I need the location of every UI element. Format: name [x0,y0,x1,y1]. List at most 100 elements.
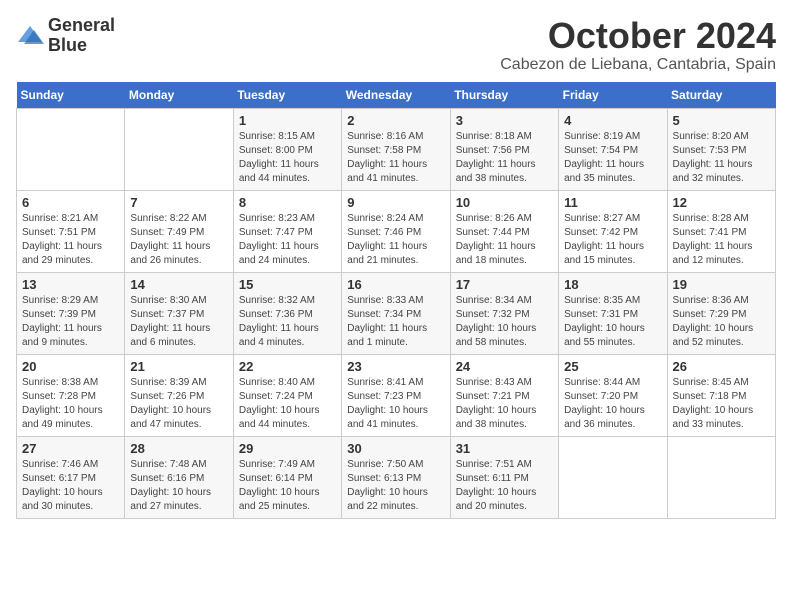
calendar-cell: 11 Sunrise: 8:27 AMSunset: 7:42 PMDayligh… [559,190,667,272]
calendar-cell [667,436,775,518]
day-info: Sunrise: 8:41 AMSunset: 7:23 PMDaylight:… [347,376,444,432]
day-info: Sunrise: 8:21 AMSunset: 7:51 PMDaylight:… [22,212,119,268]
day-number: 10 [456,195,553,210]
day-info: Sunrise: 7:49 AMSunset: 6:14 PMDaylight:… [239,458,336,514]
day-number: 30 [347,441,444,456]
day-number: 3 [456,113,553,128]
day-number: 14 [130,277,227,292]
day-of-week-header: Thursday [450,82,558,109]
day-number: 23 [347,359,444,374]
day-number: 6 [22,195,119,210]
day-number: 13 [22,277,119,292]
calendar-cell: 25Sunrise: 8:44 AMSunset: 7:20 PMDayligh… [559,354,667,436]
day-info: Sunrise: 8:22 AMSunset: 7:49 PMDaylight:… [130,212,227,268]
day-number: 8 [239,195,336,210]
day-number: 12 [673,195,770,210]
day-number: 25 [564,359,661,374]
calendar-cell: 26 Sunrise: 8:45 AMSunset: 7:18 PMDayligh… [667,354,775,436]
day-info: Sunrise: 8:38 AMSunset: 7:28 PMDaylight:… [22,376,119,432]
calendar-cell: 16 Sunrise: 8:33 AMSunset: 7:34 PMDayligh… [342,272,450,354]
calendar-cell: 17 Sunrise: 8:34 AMSunset: 7:32 PMDayligh… [450,272,558,354]
day-info: Sunrise: 8:28 AMSunset: 7:41 PMDaylight:… [673,212,770,268]
day-info: Sunrise: 8:33 AMSunset: 7:34 PMDaylight:… [347,294,444,350]
calendar-cell: 15 Sunrise: 8:32 AMSunset: 7:36 PMDayligh… [233,272,341,354]
calendar-cell: 7 Sunrise: 8:22 AMSunset: 7:49 PMDaylight… [125,190,233,272]
day-info: Sunrise: 7:50 AMSunset: 6:13 PMDaylight:… [347,458,444,514]
day-info: Sunrise: 8:29 AMSunset: 7:39 PMDaylight:… [22,294,119,350]
calendar-cell: 29Sunrise: 7:49 AMSunset: 6:14 PMDayligh… [233,436,341,518]
logo-text: General Blue [48,16,115,56]
day-of-week-header: Tuesday [233,82,341,109]
day-of-week-header: Friday [559,82,667,109]
day-info: Sunrise: 8:35 AMSunset: 7:31 PMDaylight:… [564,294,661,350]
day-info: Sunrise: 8:23 AMSunset: 7:47 PMDaylight:… [239,212,336,268]
day-number: 21 [130,359,227,374]
calendar-cell: 22 Sunrise: 8:40 AMSunset: 7:24 PMDayligh… [233,354,341,436]
title-area: October 2024 Cabezon de Liebana, Cantabr… [500,16,776,74]
day-number: 19 [673,277,770,292]
calendar-cell: 10 Sunrise: 8:26 AMSunset: 7:44 PMDayligh… [450,190,558,272]
page-header: General Blue October 2024 Cabezon de Lie… [16,16,776,74]
day-number: 22 [239,359,336,374]
calendar-cell: 23 Sunrise: 8:41 AMSunset: 7:23 PMDayligh… [342,354,450,436]
calendar-cell: 6 Sunrise: 8:21 AMSunset: 7:51 PMDaylight… [17,190,125,272]
day-number: 31 [456,441,553,456]
day-info: Sunrise: 8:24 AMSunset: 7:46 PMDaylight:… [347,212,444,268]
calendar-cell: 5Sunrise: 8:20 AMSunset: 7:53 PMDaylight… [667,108,775,190]
day-info: Sunrise: 8:16 AMSunset: 7:58 PMDaylight:… [347,130,444,186]
day-number: 7 [130,195,227,210]
day-info: Sunrise: 7:46 AMSunset: 6:17 PMDaylight:… [22,458,119,514]
calendar-cell: 8 Sunrise: 8:23 AMSunset: 7:47 PMDaylight… [233,190,341,272]
calendar-cell: 24 Sunrise: 8:43 AMSunset: 7:21 PMDayligh… [450,354,558,436]
calendar-cell: 27 Sunrise: 7:46 AMSunset: 6:17 PMDayligh… [17,436,125,518]
day-number: 5 [673,113,770,128]
day-info: Sunrise: 8:15 AMSunset: 8:00 PMDaylight:… [239,130,336,186]
calendar-cell: 28 Sunrise: 7:48 AMSunset: 6:16 PMDayligh… [125,436,233,518]
day-info: Sunrise: 8:36 AMSunset: 7:29 PMDaylight:… [673,294,770,350]
day-number: 28 [130,441,227,456]
calendar-cell: 3Sunrise: 8:18 AMSunset: 7:56 PMDaylight… [450,108,558,190]
day-info: Sunrise: 8:34 AMSunset: 7:32 PMDaylight:… [456,294,553,350]
calendar-cell: 2 Sunrise: 8:16 AMSunset: 7:58 PMDaylight… [342,108,450,190]
day-number: 4 [564,113,661,128]
day-number: 20 [22,359,119,374]
day-of-week-header: Saturday [667,82,775,109]
day-info: Sunrise: 8:30 AMSunset: 7:37 PMDaylight:… [130,294,227,350]
calendar-cell: 12 Sunrise: 8:28 AMSunset: 7:41 PMDayligh… [667,190,775,272]
calendar-cell: 1 Sunrise: 8:15 AMSunset: 8:00 PMDaylight… [233,108,341,190]
day-of-week-header: Sunday [17,82,125,109]
day-number: 9 [347,195,444,210]
day-info: Sunrise: 8:26 AMSunset: 7:44 PMDaylight:… [456,212,553,268]
day-of-week-header: Monday [125,82,233,109]
day-number: 16 [347,277,444,292]
calendar-cell: 31 Sunrise: 7:51 AMSunset: 6:11 PMDayligh… [450,436,558,518]
calendar-cell: 4 Sunrise: 8:19 AMSunset: 7:54 PMDaylight… [559,108,667,190]
day-info: Sunrise: 8:40 AMSunset: 7:24 PMDaylight:… [239,376,336,432]
day-number: 26 [673,359,770,374]
day-of-week-header: Wednesday [342,82,450,109]
day-number: 1 [239,113,336,128]
calendar-cell: 19 Sunrise: 8:36 AMSunset: 7:29 PMDayligh… [667,272,775,354]
day-info: Sunrise: 8:32 AMSunset: 7:36 PMDaylight:… [239,294,336,350]
day-number: 24 [456,359,553,374]
day-number: 15 [239,277,336,292]
day-info: Sunrise: 8:43 AMSunset: 7:21 PMDaylight:… [456,376,553,432]
day-info: Sunrise: 7:51 AMSunset: 6:11 PMDaylight:… [456,458,553,514]
day-number: 2 [347,113,444,128]
day-info: Sunrise: 7:48 AMSunset: 6:16 PMDaylight:… [130,458,227,514]
calendar-cell [559,436,667,518]
location-title: Cabezon de Liebana, Cantabria, Spain [500,56,776,74]
day-info: Sunrise: 8:27 AMSunset: 7:42 PMDaylight:… [564,212,661,268]
day-info: Sunrise: 8:45 AMSunset: 7:18 PMDaylight:… [673,376,770,432]
calendar-table: SundayMondayTuesdayWednesdayThursdayFrid… [16,82,776,519]
day-number: 17 [456,277,553,292]
logo: General Blue [16,16,115,56]
calendar-cell: 30 Sunrise: 7:50 AMSunset: 6:13 PMDayligh… [342,436,450,518]
calendar-cell: 9 Sunrise: 8:24 AMSunset: 7:46 PMDaylight… [342,190,450,272]
day-info: Sunrise: 8:39 AMSunset: 7:26 PMDaylight:… [130,376,227,432]
day-info: Sunrise: 8:19 AMSunset: 7:54 PMDaylight:… [564,130,661,186]
day-number: 27 [22,441,119,456]
month-title: October 2024 [500,16,776,56]
calendar-cell: 20 Sunrise: 8:38 AMSunset: 7:28 PMDayligh… [17,354,125,436]
day-number: 11 [564,195,661,210]
